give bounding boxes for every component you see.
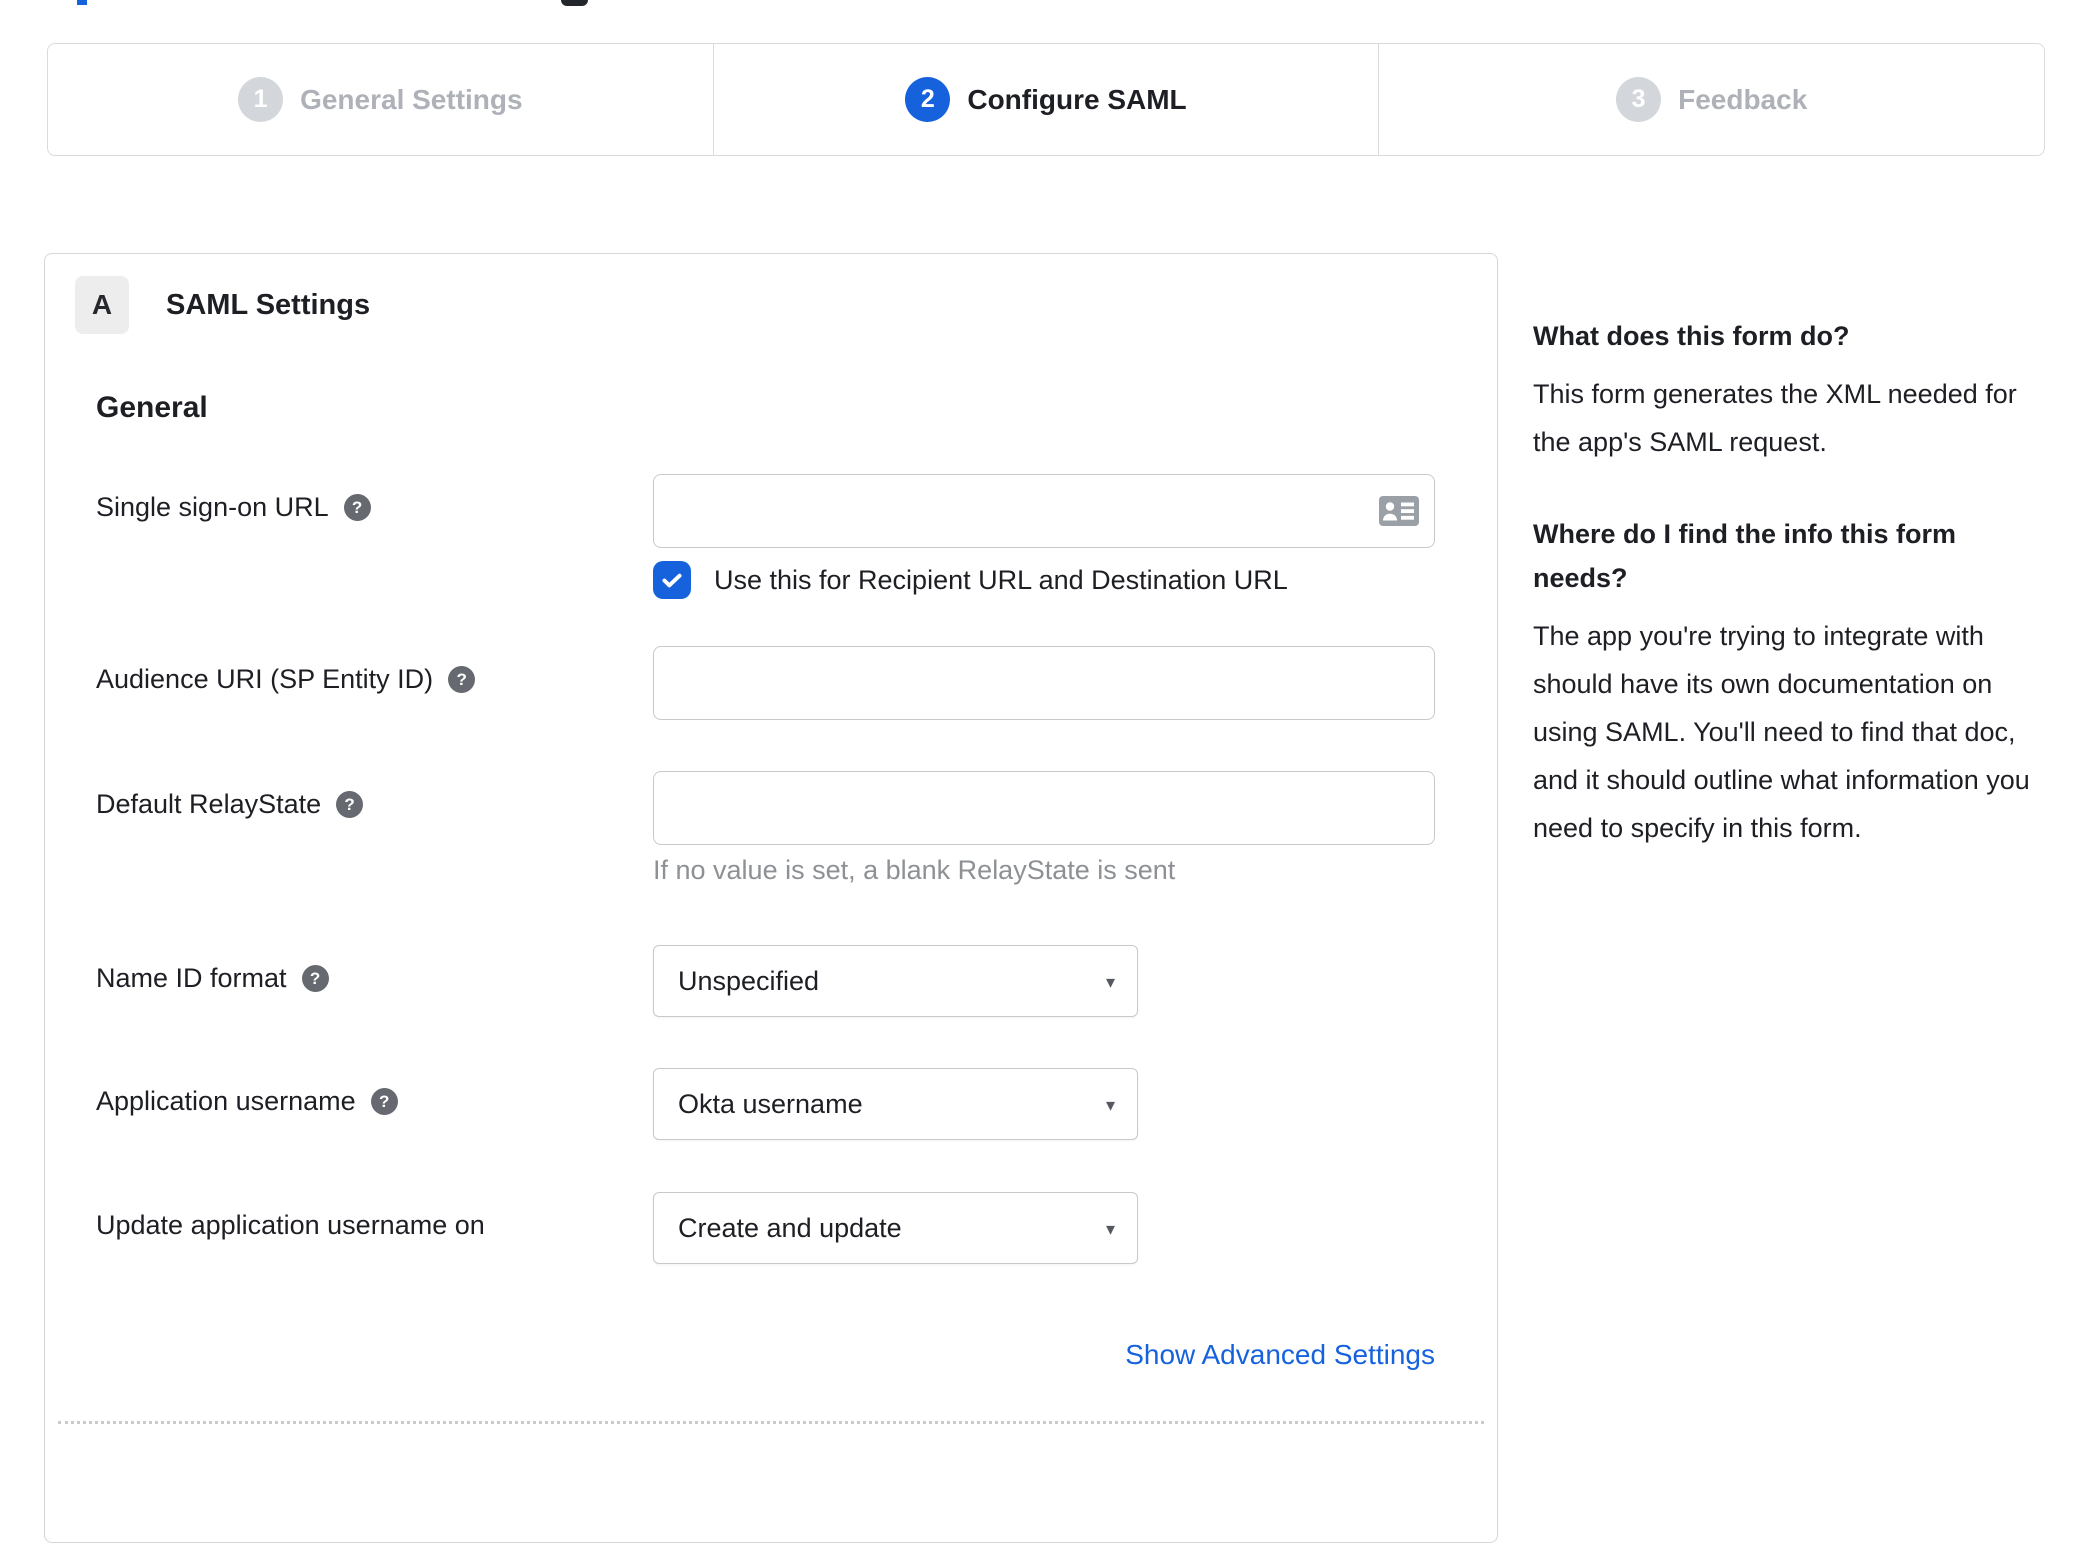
- help-heading: What does this form do?: [1533, 321, 1850, 351]
- saml-form: Single sign-on URL ? Use this for Recipi…: [96, 474, 1435, 1371]
- relaystate-label: Default RelayState: [96, 789, 322, 819]
- help-body: This form generates the XML needed for t…: [1533, 379, 2017, 457]
- chevron-down-icon: ▾: [1105, 1219, 1115, 1239]
- step-feedback[interactable]: 3 Feedback: [1378, 44, 2044, 155]
- help-icon[interactable]: ?: [336, 791, 364, 818]
- help-icon[interactable]: ?: [370, 1088, 398, 1115]
- chevron-down-icon: ▾: [1105, 972, 1115, 992]
- sso-label: Single sign-on URL: [96, 492, 329, 522]
- application-username-select[interactable]: Okta username ▾: [653, 1068, 1138, 1140]
- field-row-relaystate: Default RelayState ? If no value is set,…: [96, 771, 1435, 886]
- contact-card-icon: [1379, 496, 1419, 531]
- selected-value: Unspecified: [678, 965, 820, 996]
- audience-label-wrap: Audience URI (SP Entity ID) ?: [96, 646, 653, 696]
- step-general-settings[interactable]: 1 General Settings: [48, 44, 713, 155]
- dashed-separator: [58, 1421, 1484, 1424]
- audience-label: Audience URI (SP Entity ID): [96, 664, 434, 694]
- audience-uri-input[interactable]: [653, 646, 1435, 720]
- section-header: A SAML Settings: [75, 276, 1497, 334]
- field-row-nameid: Name ID format ? Unspecified ▾: [96, 945, 1435, 1017]
- show-advanced-settings-link[interactable]: Show Advanced Settings: [1125, 1339, 1435, 1370]
- relaystate-hint: If no value is set, a blank RelayState i…: [653, 855, 1176, 885]
- relaystate-label-wrap: Default RelayState ?: [96, 771, 653, 821]
- saml-settings-panel: A SAML Settings General Single sign-on U…: [44, 253, 1498, 1543]
- section-title: SAML Settings: [166, 288, 371, 321]
- help-sidebar: What does this form do? This form genera…: [1533, 314, 2049, 852]
- help-section-where: Where do I find the info this form needs…: [1533, 512, 2049, 852]
- update-application-username-select[interactable]: Create and update ▾: [653, 1192, 1138, 1264]
- field-row-update-username: Update application username on Create an…: [96, 1192, 1435, 1264]
- relaystate-input-col: If no value is set, a blank RelayState i…: [653, 771, 1435, 886]
- help-icon[interactable]: ?: [448, 666, 476, 693]
- app-username-label: Application username: [96, 1086, 356, 1116]
- sso-label-wrap: Single sign-on URL ?: [96, 474, 653, 524]
- help-section-what: What does this form do? This form genera…: [1533, 314, 2049, 466]
- help-heading: Where do I find the info this form needs…: [1533, 519, 1956, 593]
- help-body: The app you're trying to integrate with …: [1533, 621, 2030, 843]
- field-row-app-username: Application username ? Okta username ▾: [96, 1068, 1435, 1140]
- help-icon[interactable]: ?: [343, 494, 371, 521]
- section-a-badge: A: [75, 276, 129, 334]
- advanced-link-row: Show Advanced Settings: [96, 1339, 1435, 1371]
- nameid-label: Name ID format: [96, 963, 287, 993]
- help-icon[interactable]: ?: [301, 965, 329, 992]
- recipient-url-checkbox-label: Use this for Recipient URL and Destinati…: [714, 564, 1288, 595]
- field-row-audience: Audience URI (SP Entity ID) ?: [96, 646, 1435, 720]
- checkmark-icon: [662, 573, 682, 588]
- general-group-title: General: [96, 391, 208, 424]
- wizard-steps-bar: 1 General Settings 2 Configure SAML 3 Fe…: [47, 43, 2045, 156]
- sso-input-wrap: [653, 474, 1435, 548]
- field-row-sso: Single sign-on URL ?: [96, 474, 1435, 548]
- audience-input-wrap: [653, 646, 1435, 720]
- step-label: Feedback: [1678, 83, 1808, 115]
- recipient-url-checkbox[interactable]: [653, 561, 691, 599]
- relaystate-input-wrap: [653, 771, 1435, 845]
- default-relaystate-input[interactable]: [653, 771, 1435, 845]
- clipped-logo-fragment: [77, 0, 87, 5]
- selected-value: Okta username: [678, 1088, 863, 1119]
- clipped-icon-fragment: [561, 0, 588, 6]
- step-label: General Settings: [300, 83, 523, 115]
- single-sign-on-url-input[interactable]: [653, 474, 1435, 548]
- step-number-badge: 3: [1616, 77, 1662, 122]
- name-id-format-select[interactable]: Unspecified ▾: [653, 945, 1138, 1017]
- step-number-badge: 2: [905, 77, 951, 122]
- update-username-label-wrap: Update application username on: [96, 1192, 653, 1242]
- chevron-down-icon: ▾: [1105, 1095, 1115, 1115]
- step-label: Configure SAML: [967, 83, 1187, 115]
- recipient-url-checkbox-row: Use this for Recipient URL and Destinati…: [653, 561, 1435, 599]
- update-username-label: Update application username on: [96, 1210, 485, 1240]
- step-number-badge: 1: [238, 77, 284, 122]
- selected-value: Create and update: [678, 1212, 902, 1243]
- step-configure-saml[interactable]: 2 Configure SAML: [712, 44, 1379, 155]
- nameid-label-wrap: Name ID format ?: [96, 945, 653, 995]
- app-username-label-wrap: Application username ?: [96, 1068, 653, 1118]
